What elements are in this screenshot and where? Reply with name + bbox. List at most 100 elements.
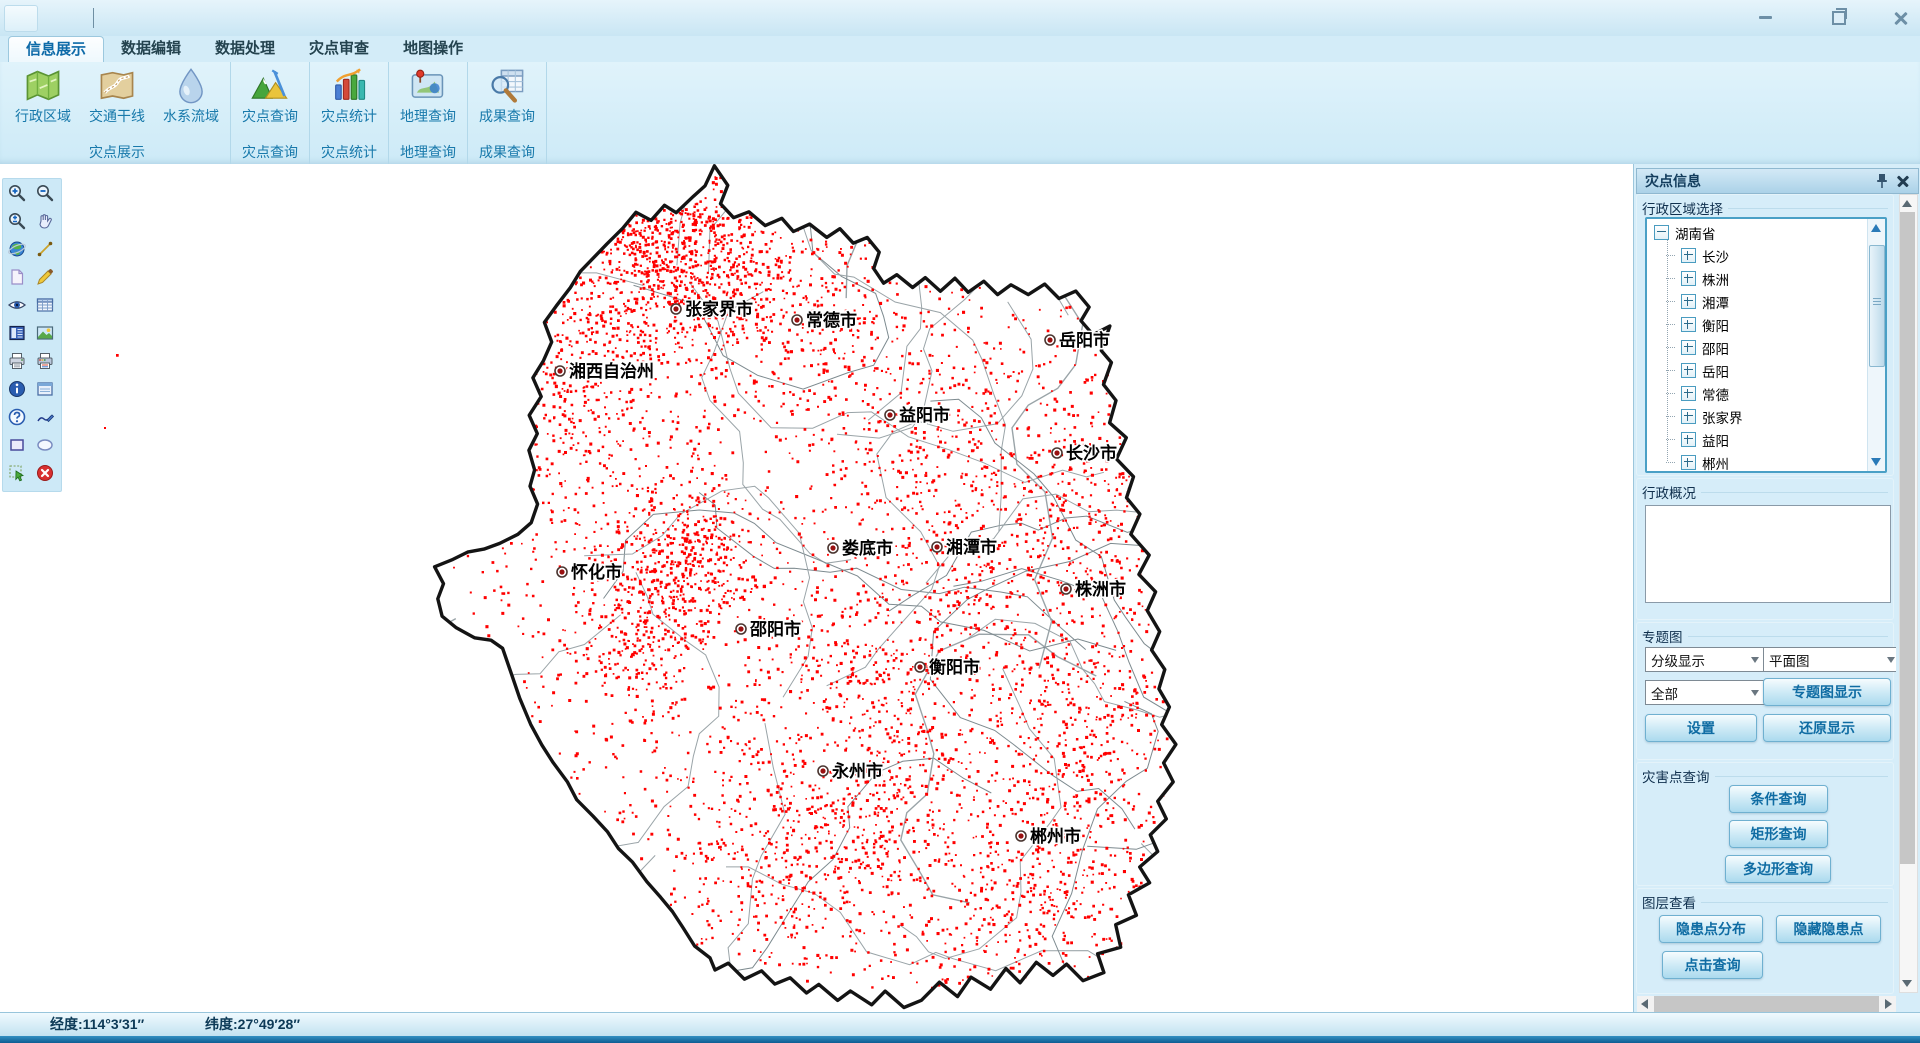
tree-item-label: 长沙 xyxy=(1702,246,1729,266)
collapse-icon[interactable] xyxy=(1654,225,1669,240)
tool-pointer-select-button[interactable] xyxy=(4,462,30,488)
expand-icon[interactable] xyxy=(1681,455,1696,470)
tree-item-9[interactable]: 郴州 xyxy=(1647,451,1867,473)
settings-button[interactable]: 设置 xyxy=(1645,714,1757,742)
ribbon-button-0-1[interactable]: 交通干线 xyxy=(80,62,154,142)
tool-info-button[interactable] xyxy=(4,378,30,404)
map-canvas[interactable]: 张家界市常德市岳阳市湘西自治州益阳市长沙市娄底市湘潭市株洲市怀化市邵阳市衡阳市永… xyxy=(0,164,1633,1013)
layer-panel-icon xyxy=(7,323,27,348)
tree-item-6[interactable]: 常德 xyxy=(1647,382,1867,405)
restore-display-button[interactable]: 还原显示 xyxy=(1763,714,1891,742)
ribbon-button-4-0[interactable]: 成果查询 xyxy=(470,62,544,142)
scope-select[interactable]: 全部 xyxy=(1645,680,1765,705)
expand-icon[interactable] xyxy=(1681,294,1696,309)
tree-item-root[interactable]: 湖南省 xyxy=(1647,221,1867,244)
grade-select[interactable]: 分级显示 xyxy=(1645,647,1765,672)
tree-item-5[interactable]: 岳阳 xyxy=(1647,359,1867,382)
tree-scroll-thumb[interactable] xyxy=(1869,245,1885,367)
condition-query-button[interactable]: 条件查询 xyxy=(1729,785,1828,813)
tab-0[interactable]: 信息展示 xyxy=(8,36,104,63)
tool-layer-panel-button[interactable] xyxy=(4,322,30,348)
tool-brush-button[interactable] xyxy=(32,266,58,292)
section-disaster-query: 灾害点查询 条件查询 矩形查询 多边形查询 xyxy=(1636,762,1894,886)
polygon-query-button[interactable]: 多边形查询 xyxy=(1725,855,1831,883)
scroll-left-icon[interactable] xyxy=(1641,999,1648,1009)
restore-button[interactable] xyxy=(1822,7,1856,28)
thematic-show-button[interactable]: 专题图显示 xyxy=(1763,678,1891,706)
hazard-distribution-button[interactable]: 隐患点分布 xyxy=(1659,915,1763,943)
scroll-up-icon[interactable] xyxy=(1902,200,1912,207)
tool-sketch-line-button[interactable] xyxy=(32,406,58,432)
city-name: 衡阳市 xyxy=(929,657,980,677)
tree-item-label: 湖南省 xyxy=(1675,223,1716,243)
tab-3[interactable]: 灾点审查 xyxy=(292,36,386,62)
tree-item-0[interactable]: 长沙 xyxy=(1647,244,1867,267)
tab-2[interactable]: 数据处理 xyxy=(198,36,292,62)
blank-page-icon xyxy=(7,267,27,292)
quick-access-toolbar[interactable] xyxy=(4,5,38,32)
ribbon-button-0-2[interactable]: 水系流域 xyxy=(154,62,228,142)
tool-print-button[interactable] xyxy=(4,350,30,376)
tree-scrollbar[interactable] xyxy=(1867,219,1885,471)
tool-zoom-in-button[interactable] xyxy=(4,182,30,208)
tool-globe-button[interactable] xyxy=(4,238,30,264)
tab-1[interactable]: 数据编辑 xyxy=(104,36,198,62)
close-button[interactable] xyxy=(1884,7,1918,28)
tool-measure-line-button[interactable] xyxy=(32,238,58,264)
tool-window-panel-button[interactable] xyxy=(32,378,58,404)
section-region-select: 行政区域选择 湖南省长沙株洲湘潭衡阳邵阳岳阳常德张家界益阳郴州 xyxy=(1636,194,1894,476)
tree-item-1[interactable]: 株洲 xyxy=(1647,267,1867,290)
expand-icon[interactable] xyxy=(1681,340,1696,355)
tool-print-color-button[interactable] xyxy=(32,350,58,376)
scroll-up-icon[interactable] xyxy=(1871,224,1881,232)
panel-horizontal-scrollbar[interactable] xyxy=(1637,996,1896,1012)
click-query-button[interactable]: 点击查询 xyxy=(1662,951,1763,979)
ribbon-button-2-0[interactable]: 灾点统计 xyxy=(312,62,386,142)
tree-item-2[interactable]: 湘潭 xyxy=(1647,290,1867,313)
tab-4[interactable]: 地图操作 xyxy=(386,36,480,62)
expand-icon[interactable] xyxy=(1681,432,1696,447)
expand-icon[interactable] xyxy=(1681,386,1696,401)
hide-hazard-button[interactable]: 隐藏隐患点 xyxy=(1776,915,1881,943)
tool-delete-button[interactable] xyxy=(32,462,58,488)
rectangle-query-button[interactable]: 矩形查询 xyxy=(1729,820,1828,848)
scroll-thumb[interactable] xyxy=(1900,212,1915,864)
expand-icon[interactable] xyxy=(1681,248,1696,263)
tool-zoom-window-button[interactable] xyxy=(4,210,30,236)
map-type-select[interactable]: 平面图 xyxy=(1763,647,1896,672)
tool-image-view-button[interactable] xyxy=(32,322,58,348)
tool-help-button[interactable] xyxy=(4,406,30,432)
ribbon-button-1-0[interactable]: 灾点查询 xyxy=(233,62,307,142)
city-name: 永州市 xyxy=(831,761,883,781)
ribbon-button-0-0[interactable]: 行政区域 xyxy=(6,62,80,142)
tool-blank-page-button[interactable] xyxy=(4,266,30,292)
tool-ellipse-select-button[interactable] xyxy=(32,434,58,460)
region-tree[interactable]: 湖南省长沙株洲湘潭衡阳邵阳岳阳常德张家界益阳郴州 xyxy=(1645,217,1887,473)
tool-attribute-table-button[interactable] xyxy=(32,294,58,320)
application-window: 信息展示数据编辑数据处理灾点审查地图操作 行政区域交通干线水系流域灾点展示灾点查… xyxy=(0,0,1920,1043)
tree-item-3[interactable]: 衡阳 xyxy=(1647,313,1867,336)
scroll-down-icon[interactable] xyxy=(1871,458,1881,466)
scroll-down-icon[interactable] xyxy=(1902,980,1912,987)
tool-rectangle-select-button[interactable] xyxy=(4,434,30,460)
expand-icon[interactable] xyxy=(1681,271,1696,286)
tool-eye-button[interactable] xyxy=(4,294,30,320)
tree-item-label: 株洲 xyxy=(1702,269,1729,289)
scroll-thumb[interactable] xyxy=(1654,996,1879,1012)
minimize-button[interactable] xyxy=(1748,7,1782,28)
expand-icon[interactable] xyxy=(1681,317,1696,332)
panel-close-icon[interactable] xyxy=(1895,173,1911,189)
panel-vertical-scrollbar[interactable] xyxy=(1899,194,1918,993)
overview-textarea[interactable] xyxy=(1645,505,1891,603)
pin-icon[interactable] xyxy=(1874,172,1890,190)
tool-pan-hand-button[interactable] xyxy=(32,210,58,236)
tree-item-8[interactable]: 益阳 xyxy=(1647,428,1867,451)
map-area[interactable]: 张家界市常德市岳阳市湘西自治州益阳市长沙市娄底市湘潭市株洲市怀化市邵阳市衡阳市永… xyxy=(0,164,1633,1013)
tree-item-4[interactable]: 邵阳 xyxy=(1647,336,1867,359)
tool-zoom-out-button[interactable] xyxy=(32,182,58,208)
tree-item-7[interactable]: 张家界 xyxy=(1647,405,1867,428)
expand-icon[interactable] xyxy=(1681,409,1696,424)
ribbon-button-3-0[interactable]: 地理查询 xyxy=(391,62,465,142)
expand-icon[interactable] xyxy=(1681,363,1696,378)
scroll-right-icon[interactable] xyxy=(1885,999,1892,1009)
